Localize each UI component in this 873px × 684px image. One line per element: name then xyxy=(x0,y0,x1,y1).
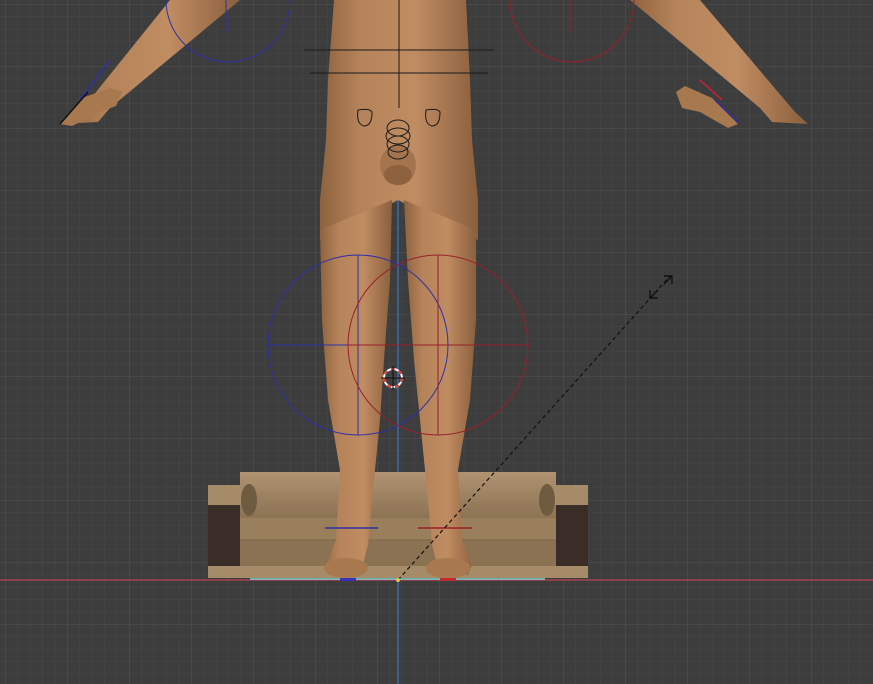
pelvis-bulge-shade xyxy=(384,165,412,185)
sofa-arm-left xyxy=(208,485,242,505)
sofa-foot-right xyxy=(554,566,588,578)
sofa-base xyxy=(240,540,556,566)
foot-right xyxy=(426,558,470,578)
sofa-back xyxy=(240,472,556,520)
sofa-cushion-left xyxy=(241,484,257,516)
foot-marker-right xyxy=(440,578,456,581)
sofa-cushion-right xyxy=(539,484,555,516)
sofa-mesh[interactable] xyxy=(208,472,588,578)
3d-viewport[interactable] xyxy=(0,0,873,684)
sofa-arm-right xyxy=(554,485,588,505)
foot-left xyxy=(324,558,368,578)
sofa-foot-left xyxy=(208,566,242,578)
sofa-bottom xyxy=(236,566,560,578)
foot-marker-left xyxy=(340,578,356,581)
sofa-seat xyxy=(240,518,556,540)
